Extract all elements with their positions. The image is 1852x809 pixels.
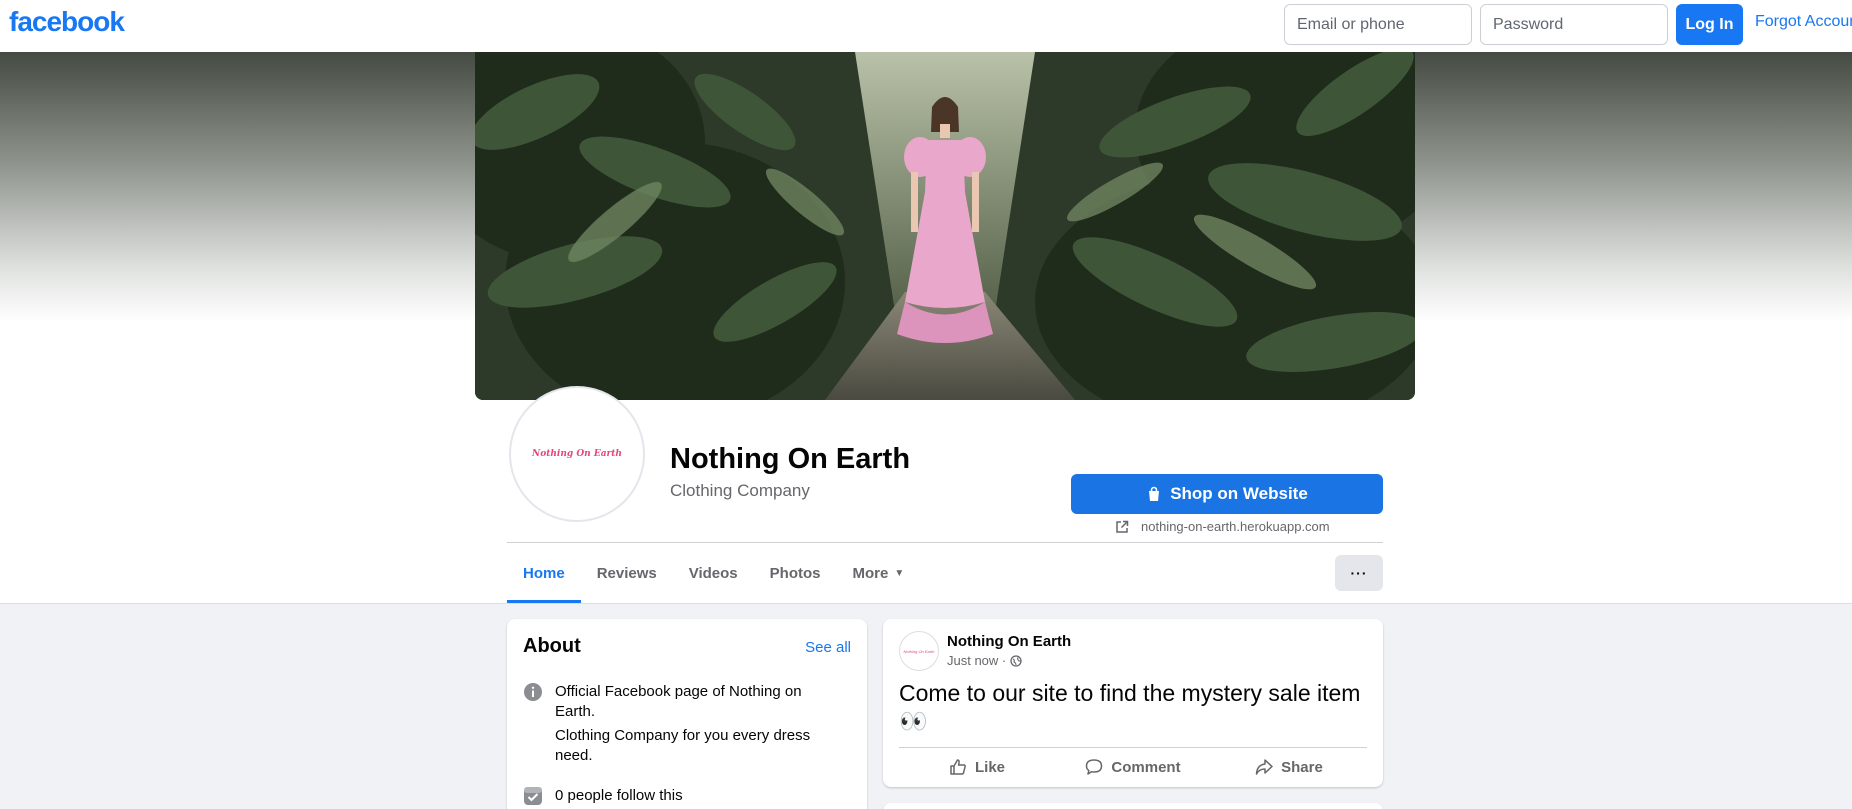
page-category[interactable]: Clothing Company [670, 481, 810, 501]
tab-label: Reviews [596, 564, 657, 582]
like-button[interactable]: Like [899, 749, 1055, 785]
about-description-row: Official Facebook page of Nothing on Ear… [523, 682, 835, 766]
profile-avatar[interactable]: Nothing On Earth [509, 386, 645, 522]
about-description: Official Facebook page of Nothing on Ear… [555, 683, 802, 720]
like-label: Like [974, 758, 1005, 776]
share-button[interactable]: Share [1211, 749, 1367, 785]
tab-label: Home [523, 564, 565, 582]
post-time-text[interactable]: Just now · [947, 653, 1006, 668]
see-all-link[interactable]: See all [805, 639, 851, 656]
about-card: About See all Official Facebook page of … [507, 619, 867, 809]
post-timestamp: Just now · [947, 653, 1022, 668]
tab-more[interactable]: More ▼ [837, 543, 921, 603]
about-title: About [523, 635, 581, 657]
tab-photos[interactable]: Photos [754, 543, 837, 603]
followers-count: 0 people follow this [555, 787, 683, 804]
post-message: Come to our site to find the mystery sal… [899, 680, 1361, 734]
shop-button-label: Shop on Website [1170, 484, 1308, 503]
shop-on-website-button[interactable]: Shop on Website [1071, 474, 1383, 514]
page-title: Nothing On Earth [670, 443, 911, 475]
post-avatar-text: Nothing On Earth [903, 648, 935, 654]
more-options-button[interactable]: ··· [1335, 555, 1383, 591]
post-author[interactable]: Nothing On Earth [947, 633, 1071, 650]
followers-row: 0 people follow this [523, 786, 835, 806]
comment-label: Comment [1111, 758, 1181, 776]
facebook-logo[interactable]: facebook [9, 6, 125, 38]
website-url: nothing-on-earth.herokuapp.com [1141, 519, 1330, 534]
tab-home[interactable]: Home [507, 543, 581, 603]
globe-icon [1010, 654, 1022, 667]
cover-photo[interactable] [475, 52, 1415, 400]
info-icon [524, 683, 542, 701]
post-actions: Like Comment Share [899, 749, 1367, 785]
tab-label: More [852, 564, 889, 582]
external-link-icon [1116, 520, 1129, 533]
forgot-account-link[interactable]: Forgot Account? [1755, 13, 1852, 31]
post-divider [899, 747, 1367, 748]
caret-down-icon: ▼ [894, 567, 905, 579]
next-post-card [883, 803, 1383, 809]
tab-label: Videos [688, 564, 738, 582]
header-bottom-border [0, 603, 1852, 604]
share-label: Share [1281, 758, 1323, 776]
tab-reviews[interactable]: Reviews [581, 543, 673, 603]
tab-label: Photos [769, 564, 821, 582]
comment-button[interactable]: Comment [1055, 749, 1211, 785]
website-link[interactable]: nothing-on-earth.herokuapp.com [1115, 519, 1330, 534]
login-button[interactable]: Log In [1676, 4, 1743, 45]
post-avatar[interactable]: Nothing On Earth [899, 631, 939, 671]
page-tabs: Home Reviews Videos Photos More ▼ [507, 543, 920, 603]
tab-videos[interactable]: Videos [673, 543, 754, 603]
top-navigation-bar: facebook Log In Forgot Account? [0, 0, 1852, 52]
shopping-bag-icon [1149, 486, 1160, 501]
share-icon [1255, 759, 1273, 775]
thumbs-up-icon [950, 759, 966, 775]
password-field[interactable] [1480, 4, 1668, 45]
avatar-logo-text: Nothing On Earth [532, 449, 622, 459]
follow-check-icon [524, 787, 542, 805]
comment-icon [1086, 759, 1103, 775]
about-description-2: Clothing Company for you every dress nee… [555, 727, 811, 764]
post-card: Nothing On Earth Nothing On Earth Just n… [883, 619, 1383, 787]
email-field[interactable] [1284, 4, 1472, 45]
